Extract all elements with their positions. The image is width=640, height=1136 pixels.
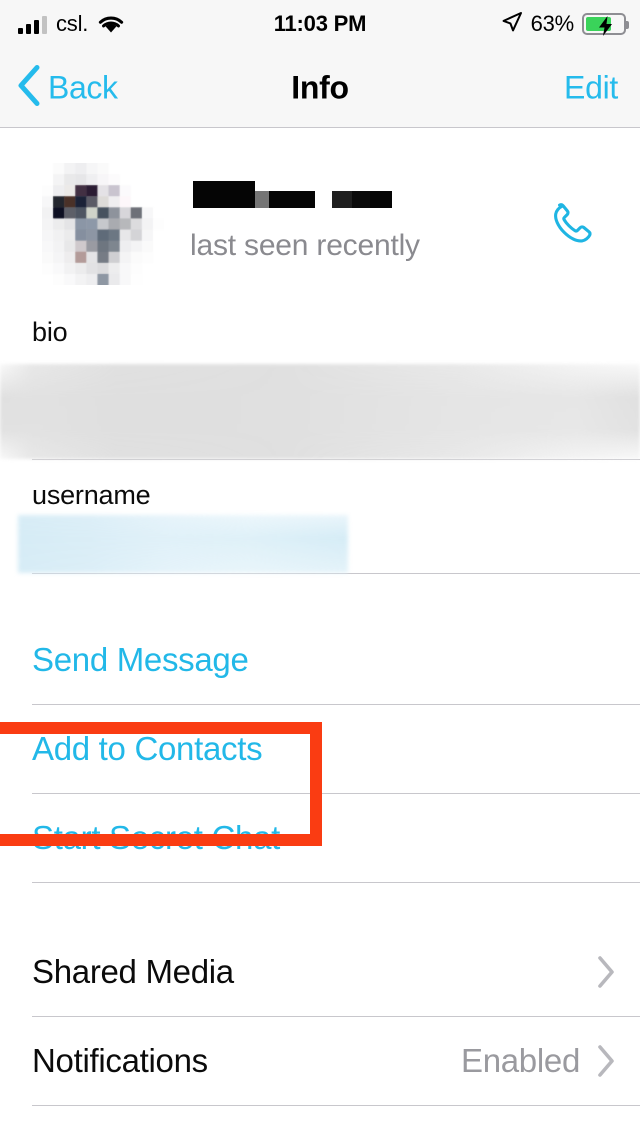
username-value-redacted <box>18 515 348 573</box>
battery-percent-label: 63% <box>530 11 575 36</box>
page-title: Info <box>291 69 349 105</box>
battery-icon <box>582 13 629 36</box>
chevron-right-icon <box>596 955 616 989</box>
location-arrow-icon <box>501 11 523 38</box>
separator <box>32 1105 640 1106</box>
send-message-button[interactable]: Send Message <box>0 616 640 704</box>
shared-media-row[interactable]: Shared Media <box>0 928 640 1016</box>
section-gap <box>0 883 640 928</box>
bio-value-redacted <box>0 364 640 459</box>
profile-identity: last seen recently <box>190 181 420 263</box>
spacer <box>0 460 640 480</box>
call-button[interactable] <box>544 197 602 260</box>
shared-media-label: Shared Media <box>32 953 234 990</box>
notifications-label: Notifications <box>32 1042 208 1079</box>
contact-name-redacted <box>190 181 392 211</box>
charging-bolt-icon <box>599 16 612 36</box>
username-field[interactable]: username <box>0 480 640 573</box>
notifications-row[interactable]: Notifications Enabled <box>0 1017 640 1105</box>
chevron-right-icon <box>596 1044 616 1078</box>
profile-header[interactable]: last seen recently <box>0 129 640 317</box>
username-label: username <box>32 480 151 510</box>
notifications-value: Enabled <box>460 1042 580 1079</box>
navigation-bar: Back Info Edit <box>0 48 640 128</box>
status-bar-right: 63% <box>501 11 629 38</box>
start-secret-chat-button[interactable]: Start Secret Chat <box>0 794 640 882</box>
status-bar: csl. 11:03 PM 63% <box>0 0 640 48</box>
avatar[interactable] <box>42 163 164 285</box>
info-content: last seen recently bio username Send Mes… <box>0 129 640 1106</box>
last-seen-status: last seen recently <box>190 229 420 262</box>
phone-icon <box>554 203 592 243</box>
edit-button[interactable]: Edit <box>564 69 618 106</box>
add-to-contacts-button[interactable]: Add to Contacts <box>0 705 640 793</box>
section-gap <box>0 574 640 616</box>
bio-label: bio <box>32 317 68 347</box>
bio-field[interactable]: bio <box>0 317 640 459</box>
